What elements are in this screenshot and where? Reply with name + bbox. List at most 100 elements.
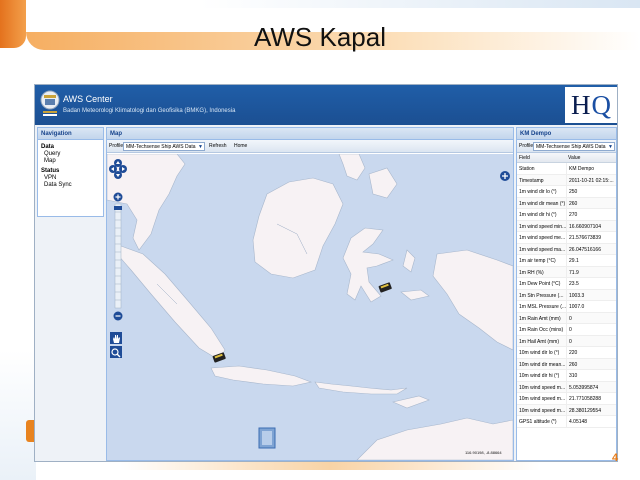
station-profile-value: MM-Techsense Ship AWS Data [536,144,606,150]
value-cell: 4.05148 [566,416,616,427]
value-cell: 1003.3 [566,289,616,300]
value-cell: 21.576673839 [566,232,616,243]
value-cell: 1007.0 [566,301,616,312]
field-cell: 1m Stn Pressure (... [519,292,564,299]
station-detail-panel: KM Dempo Profile: MM-Techsense Ship AWS … [516,127,617,461]
value-cell: 28.380129554 [566,404,616,415]
hq-logo: HQ [565,87,617,123]
value-cell: 0 [566,312,616,323]
profile-select-value: MM-Techsense Ship AWS Data [126,144,196,150]
pan-hand-icon[interactable] [110,332,122,344]
table-row[interactable]: 1m Hail Amt (mm) 0 [517,335,616,347]
field-cell: 1m wind speed ma... [519,246,566,253]
value-cell: 21.771058288 [566,393,616,404]
field-cell: 1m Hail Amt (mm) [519,338,559,345]
table-row[interactable]: 10m wind dir hi (°) 310 [517,370,616,382]
mouse-coordinates: 116.90198, -8.88664 [465,450,502,455]
field-cell: 10m wind dir lo (°) [519,350,560,356]
table-row[interactable]: 1m wind dir mean (°) 260 [517,197,616,209]
value-cell: 26.047516166 [566,243,616,254]
nav-group-data: Data [41,144,55,150]
table-row[interactable]: 1m Rain Occ (mins) 0 [517,324,616,336]
field-cell: 1m wind dir lo (°) [519,189,557,195]
field-cell: 10m wind dir mean... [519,361,566,368]
value-cell: 0 [566,324,616,335]
field-cell: 10m wind speed m... [519,384,566,391]
table-row[interactable]: 1m wind speed me... 21.576673839 [517,232,616,244]
field-cell: 1m wind dir mean (°) [519,200,566,207]
value-cell: 23.5 [566,278,616,289]
table-row[interactable]: 10m wind speed m... 21.771058288 [517,393,616,405]
field-cell: Station [519,166,535,172]
field-cell: 10m wind speed m... [519,396,566,402]
slide-decoration-left [0,350,36,480]
navigation-panel: Navigation Data Query Map Status VPN Dat… [37,127,104,217]
map-canvas[interactable] [107,154,513,460]
indonesia-map[interactable]: 116.90198, -8.88664 [107,154,513,460]
map-panel-title: Map [107,128,513,140]
table-row[interactable]: 1m wind speed ma... 26.047516166 [517,243,616,255]
column-header-field[interactable]: Field [517,153,566,162]
table-row[interactable]: 10m wind dir lo (°) 220 [517,347,616,359]
value-cell: 16.660907104 [566,220,616,231]
value-cell: 2011-10-21 02:15:... [566,174,616,185]
field-cell: 1m RH (%) [519,269,544,276]
table-row[interactable]: GPS1 altitude (*) 4.05148 [517,416,616,428]
table-row[interactable]: 1m Stn Pressure (... 1003.3 [517,289,616,301]
station-panel-title: KM Dempo [517,128,616,140]
profile-select[interactable]: MM-Techsense Ship AWS Data ▼ [123,142,205,151]
table-row[interactable]: 1m Rain Amt (mm) 0 [517,312,616,324]
nav-item-data-sync[interactable]: Data Sync [38,181,103,188]
value-cell: 260 [566,197,616,208]
value-cell: 260 [566,358,616,369]
table-row[interactable]: 1m MSL Pressure (... 1007.0 [517,301,616,313]
table-row[interactable]: 10m wind speed m... 28.380129554 [517,404,616,416]
table-row[interactable]: Timestamp 2011-10-21 02:15:... [517,174,616,186]
nav-item-map[interactable]: Map [38,157,103,164]
table-row[interactable]: 1m wind speed min... 16.660907104 [517,220,616,232]
field-cell: 1m air temp (°C) [519,258,556,264]
table-row[interactable]: 1m air temp (°C) 29.1 [517,255,616,267]
table-row[interactable]: 1m wind dir lo (°) 250 [517,186,616,198]
zoom-box-icon[interactable] [110,346,122,358]
nav-group-status: Status [41,168,60,174]
field-cell: 1m Rain Amt (mm) [519,315,561,322]
bmkg-logo-icon [40,90,60,116]
value-cell: 5.053995874 [566,381,616,392]
value-cell: 270 [566,209,616,220]
app-title: AWS Center [63,94,113,104]
field-cell: 1m MSL Pressure (... [519,304,566,310]
station-profile-select[interactable]: MM-Techsense Ship AWS Data ▼ [533,142,615,151]
nav-item-vpn[interactable]: VPN [38,174,103,181]
table-row[interactable]: Station KM Dempo [517,163,616,175]
field-cell: Timestamp [519,177,544,184]
value-cell: 250 [566,186,616,197]
field-cell: 1m wind dir hi (°) [519,212,557,218]
value-cell: 71.9 [566,266,616,277]
aws-center-window: AWS Center Badan Meteorologi Klimatologi… [34,84,618,462]
map-panel: Map Profile: MM-Techsense Ship AWS Data … [106,127,514,461]
field-cell: 1m Dew Point (°C) [519,281,561,287]
nav-item-query[interactable]: Query [38,150,103,157]
refresh-button[interactable]: Refresh [209,143,227,149]
table-row[interactable]: 1m RH (%) 71.9 [517,266,616,278]
map-toolbar: Profile: MM-Techsense Ship AWS Data ▼ Re… [107,140,513,153]
slide-page-number: 4 [612,452,619,464]
chevron-down-icon: ▼ [198,144,203,150]
home-button[interactable]: Home [234,143,247,149]
field-cell: 1m wind speed min... [519,223,566,230]
app-header: AWS Center Badan Meteorologi Klimatologi… [35,85,617,125]
table-row[interactable]: 10m wind dir mean... 260 [517,358,616,370]
zoom-slider[interactable] [113,192,123,322]
field-cell: 10m wind dir hi (°) [519,373,560,379]
table-row[interactable]: 10m wind speed m... 5.053995874 [517,381,616,393]
value-cell: 0 [566,335,616,346]
layer-switcher-icon[interactable] [500,171,510,181]
table-row[interactable]: 1m wind dir hi (°) 270 [517,209,616,221]
table-row[interactable]: 1m Dew Point (°C) 23.5 [517,278,616,290]
pan-control[interactable] [109,158,127,180]
station-toolbar: Profile: MM-Techsense Ship AWS Data ▼ [517,140,616,153]
slide-title: AWS Kapal [254,22,386,52]
value-cell: 29.1 [566,255,616,266]
column-header-value[interactable]: Value [566,153,616,162]
